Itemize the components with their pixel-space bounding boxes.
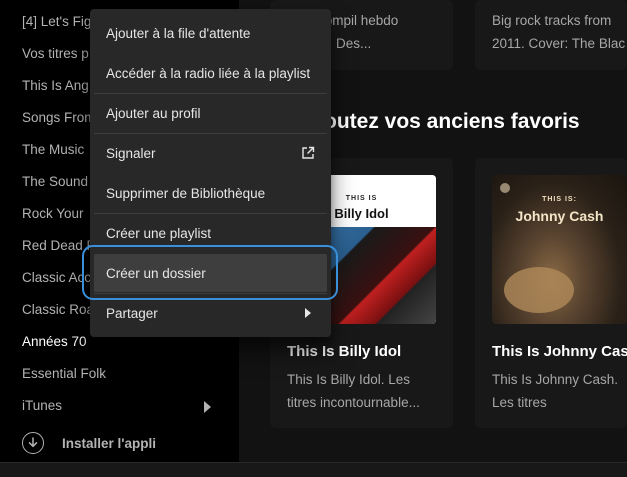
card-title[interactable]: This Is Billy Idol	[287, 343, 447, 360]
external-link-icon	[302, 146, 315, 159]
menu-item-label: Signaler	[106, 145, 156, 161]
section-title: outez vos anciens favoris	[324, 110, 580, 133]
chevron-right-icon	[305, 308, 311, 318]
card-description: Les titres	[492, 395, 547, 410]
menu-item-label: Supprimer de Bibliothèque	[106, 185, 266, 201]
install-app-button[interactable]: Installer l'appli	[22, 431, 156, 455]
menu-item-label: Créer une playlist	[106, 225, 212, 241]
card-title[interactable]: This Is Johnny Cas	[492, 343, 627, 360]
sidebar-folder-item[interactable]: iTunes	[22, 398, 222, 413]
menu-item-remove-from-library[interactable]: Supprimer de Bibliothèque	[94, 174, 327, 212]
menu-item-report[interactable]: Signaler	[94, 134, 327, 172]
card-description: compil hebdo	[318, 13, 399, 28]
card-description: This Is Billy Idol. Les	[287, 372, 411, 387]
context-menu: Ajouter à la file d'attente Accéder à la…	[90, 9, 331, 337]
menu-item-label: Créer un dossier	[106, 265, 206, 281]
card-description: ts. Des...	[318, 36, 372, 51]
spotify-logo-icon	[500, 183, 510, 193]
card-description: Big rock tracks from	[492, 13, 612, 28]
download-circle-icon	[22, 432, 44, 454]
card-description: This Is Johnny Cash.	[492, 372, 619, 387]
menu-item-label: Partager	[106, 305, 158, 321]
menu-item-go-to-playlist-radio[interactable]: Accéder à la radio liée à la playlist	[94, 54, 327, 92]
playlist-cover-image: THIS IS: Johnny Cash	[492, 175, 627, 324]
menu-item-label: Accéder à la radio liée à la playlist	[106, 65, 311, 81]
card-description: titres incontournable...	[287, 395, 420, 410]
card-description: 2011. Cover: The Blac	[492, 36, 626, 51]
folder-expand-icon[interactable]	[204, 401, 211, 413]
menu-item-add-to-profile[interactable]: Ajouter au profil	[94, 94, 327, 132]
menu-item-share[interactable]: Partager	[94, 294, 327, 332]
now-playing-bar	[0, 462, 627, 477]
menu-item-label: Ajouter au profil	[106, 105, 201, 121]
cover-artist-name: Johnny Cash	[515, 208, 604, 224]
menu-item-create-folder[interactable]: Créer un dossier	[94, 254, 327, 292]
menu-item-add-to-queue[interactable]: Ajouter à la file d'attente	[94, 14, 327, 52]
menu-item-create-playlist[interactable]: Créer une playlist	[94, 214, 327, 252]
menu-item-label: Ajouter à la file d'attente	[106, 25, 251, 41]
cover-this-is-text: THIS IS:	[542, 196, 577, 203]
sidebar-playlist-item[interactable]: Essential Folk	[22, 366, 222, 381]
install-app-label: Installer l'appli	[62, 435, 156, 451]
